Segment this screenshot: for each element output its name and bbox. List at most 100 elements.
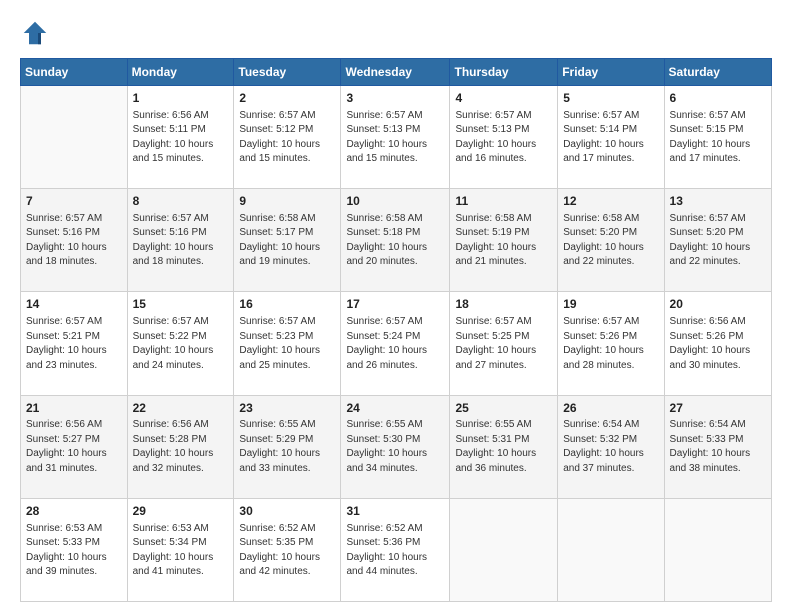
day-number: 21: [26, 400, 122, 417]
calendar-cell: [21, 86, 128, 189]
week-row-3: 14 Sunrise: 6:57 AM Sunset: 5:21 PM Dayli…: [21, 292, 772, 395]
day-number: 11: [455, 193, 552, 210]
calendar-table: SundayMondayTuesdayWednesdayThursdayFrid…: [20, 58, 772, 602]
day-number: 25: [455, 400, 552, 417]
day-number: 17: [346, 296, 444, 313]
day-number: 30: [239, 503, 335, 520]
weekday-monday: Monday: [127, 59, 234, 86]
calendar-cell: 22Sunrise: 6:56 AM Sunset: 5:28 PM Dayli…: [127, 395, 234, 498]
day-info: Sunrise: 6:57 AM Sunset: 5:25 PM Dayligh…: [455, 315, 552, 373]
day-info: Sunrise: 6:57 AM Sunset: 5:12 PM Dayligh…: [239, 109, 335, 167]
day-number: 24: [346, 400, 444, 417]
weekday-thursday: Thursday: [450, 59, 558, 86]
day-info: Sunrise: 6:55 AM Sunset: 5:31 PM Dayligh…: [455, 418, 552, 476]
day-info: Sunrise: 6:56 AM Sunset: 5:28 PM Dayligh…: [133, 418, 229, 476]
day-number: 3: [346, 90, 444, 107]
day-number: 27: [670, 400, 766, 417]
day-number: 12: [563, 193, 658, 210]
day-number: 14: [26, 296, 122, 313]
day-number: 26: [563, 400, 658, 417]
day-number: 28: [26, 503, 122, 520]
week-row-1: 1 Sunrise: 6:56 AM Sunset: 5:11 PM Daylig…: [21, 86, 772, 189]
calendar-cell: 14 Sunrise: 6:57 AM Sunset: 5:21 PM Dayli…: [21, 292, 128, 395]
day-info: Sunrise: 6:57 AM Sunset: 5:16 PM Dayligh…: [133, 212, 229, 270]
day-info: Sunrise: 6:57 AM Sunset: 5:13 PM Dayligh…: [455, 109, 552, 167]
calendar-cell: 24Sunrise: 6:55 AM Sunset: 5:30 PM Dayli…: [341, 395, 450, 498]
calendar-cell: 6 Sunrise: 6:57 AM Sunset: 5:15 PM Daylig…: [664, 86, 771, 189]
day-info: Sunrise: 6:57 AM Sunset: 5:14 PM Dayligh…: [563, 109, 658, 167]
calendar-cell: 27Sunrise: 6:54 AM Sunset: 5:33 PM Dayli…: [664, 395, 771, 498]
calendar-cell: 31 Sunrise: 6:52 AM Sunset: 5:36 PM Dayli…: [341, 498, 450, 601]
calendar-cell: 20 Sunrise: 6:56 AM Sunset: 5:26 PM Dayli…: [664, 292, 771, 395]
weekday-friday: Friday: [558, 59, 664, 86]
day-info: Sunrise: 6:57 AM Sunset: 5:21 PM Dayligh…: [26, 315, 122, 373]
day-info: Sunrise: 6:55 AM Sunset: 5:29 PM Dayligh…: [239, 418, 335, 476]
day-number: 13: [670, 193, 766, 210]
weekday-wednesday: Wednesday: [341, 59, 450, 86]
day-info: Sunrise: 6:52 AM Sunset: 5:36 PM Dayligh…: [346, 522, 444, 580]
calendar-cell: 10Sunrise: 6:58 AM Sunset: 5:18 PM Dayli…: [341, 189, 450, 292]
calendar-cell: 3 Sunrise: 6:57 AM Sunset: 5:13 PM Daylig…: [341, 86, 450, 189]
calendar-cell: 8 Sunrise: 6:57 AM Sunset: 5:16 PM Daylig…: [127, 189, 234, 292]
week-row-5: 28 Sunrise: 6:53 AM Sunset: 5:33 PM Dayli…: [21, 498, 772, 601]
day-info: Sunrise: 6:55 AM Sunset: 5:30 PM Dayligh…: [346, 418, 444, 476]
day-info: Sunrise: 6:53 AM Sunset: 5:33 PM Dayligh…: [26, 522, 122, 580]
day-number: 20: [670, 296, 766, 313]
day-info: Sunrise: 6:54 AM Sunset: 5:32 PM Dayligh…: [563, 418, 658, 476]
week-row-4: 21Sunrise: 6:56 AM Sunset: 5:27 PM Dayli…: [21, 395, 772, 498]
day-info: Sunrise: 6:57 AM Sunset: 5:16 PM Dayligh…: [26, 212, 122, 270]
day-number: 4: [455, 90, 552, 107]
week-row-2: 7 Sunrise: 6:57 AM Sunset: 5:16 PM Daylig…: [21, 189, 772, 292]
calendar-cell: 21Sunrise: 6:56 AM Sunset: 5:27 PM Dayli…: [21, 395, 128, 498]
day-info: Sunrise: 6:56 AM Sunset: 5:26 PM Dayligh…: [670, 315, 766, 373]
weekday-saturday: Saturday: [664, 59, 771, 86]
calendar-cell: 29 Sunrise: 6:53 AM Sunset: 5:34 PM Dayli…: [127, 498, 234, 601]
day-number: 16: [239, 296, 335, 313]
day-info: Sunrise: 6:58 AM Sunset: 5:20 PM Dayligh…: [563, 212, 658, 270]
calendar-cell: 26Sunrise: 6:54 AM Sunset: 5:32 PM Dayli…: [558, 395, 664, 498]
calendar-cell: 23Sunrise: 6:55 AM Sunset: 5:29 PM Dayli…: [234, 395, 341, 498]
day-info: Sunrise: 6:57 AM Sunset: 5:23 PM Dayligh…: [239, 315, 335, 373]
calendar-cell: 11 Sunrise: 6:58 AM Sunset: 5:19 PM Dayli…: [450, 189, 558, 292]
calendar-cell: [664, 498, 771, 601]
calendar-cell: 4 Sunrise: 6:57 AM Sunset: 5:13 PM Daylig…: [450, 86, 558, 189]
day-number: 19: [563, 296, 658, 313]
day-number: 18: [455, 296, 552, 313]
calendar-cell: 12 Sunrise: 6:58 AM Sunset: 5:20 PM Dayli…: [558, 189, 664, 292]
calendar-cell: 15Sunrise: 6:57 AM Sunset: 5:22 PM Dayli…: [127, 292, 234, 395]
day-number: 31: [346, 503, 444, 520]
day-info: Sunrise: 6:54 AM Sunset: 5:33 PM Dayligh…: [670, 418, 766, 476]
calendar-cell: 7 Sunrise: 6:57 AM Sunset: 5:16 PM Daylig…: [21, 189, 128, 292]
day-number: 10: [346, 193, 444, 210]
calendar-cell: [450, 498, 558, 601]
calendar-cell: 13 Sunrise: 6:57 AM Sunset: 5:20 PM Dayli…: [664, 189, 771, 292]
calendar-cell: 30 Sunrise: 6:52 AM Sunset: 5:35 PM Dayli…: [234, 498, 341, 601]
header: [20, 18, 772, 48]
calendar-cell: 2Sunrise: 6:57 AM Sunset: 5:12 PM Daylig…: [234, 86, 341, 189]
day-number: 7: [26, 193, 122, 210]
day-number: 6: [670, 90, 766, 107]
day-info: Sunrise: 6:52 AM Sunset: 5:35 PM Dayligh…: [239, 522, 335, 580]
calendar-cell: 19 Sunrise: 6:57 AM Sunset: 5:26 PM Dayli…: [558, 292, 664, 395]
day-info: Sunrise: 6:57 AM Sunset: 5:20 PM Dayligh…: [670, 212, 766, 270]
calendar-cell: 28 Sunrise: 6:53 AM Sunset: 5:33 PM Dayli…: [21, 498, 128, 601]
day-info: Sunrise: 6:53 AM Sunset: 5:34 PM Dayligh…: [133, 522, 229, 580]
calendar-cell: 25Sunrise: 6:55 AM Sunset: 5:31 PM Dayli…: [450, 395, 558, 498]
day-number: 5: [563, 90, 658, 107]
day-number: 29: [133, 503, 229, 520]
logo: [20, 18, 54, 48]
day-info: Sunrise: 6:57 AM Sunset: 5:15 PM Dayligh…: [670, 109, 766, 167]
weekday-header-row: SundayMondayTuesdayWednesdayThursdayFrid…: [21, 59, 772, 86]
day-info: Sunrise: 6:58 AM Sunset: 5:19 PM Dayligh…: [455, 212, 552, 270]
day-info: Sunrise: 6:57 AM Sunset: 5:26 PM Dayligh…: [563, 315, 658, 373]
day-info: Sunrise: 6:56 AM Sunset: 5:11 PM Dayligh…: [133, 109, 229, 167]
calendar-cell: 17Sunrise: 6:57 AM Sunset: 5:24 PM Dayli…: [341, 292, 450, 395]
calendar-cell: 5 Sunrise: 6:57 AM Sunset: 5:14 PM Daylig…: [558, 86, 664, 189]
day-number: 22: [133, 400, 229, 417]
day-number: 23: [239, 400, 335, 417]
day-number: 1: [133, 90, 229, 107]
page: SundayMondayTuesdayWednesdayThursdayFrid…: [0, 0, 792, 612]
calendar-cell: 9Sunrise: 6:58 AM Sunset: 5:17 PM Daylig…: [234, 189, 341, 292]
day-info: Sunrise: 6:57 AM Sunset: 5:13 PM Dayligh…: [346, 109, 444, 167]
day-number: 8: [133, 193, 229, 210]
